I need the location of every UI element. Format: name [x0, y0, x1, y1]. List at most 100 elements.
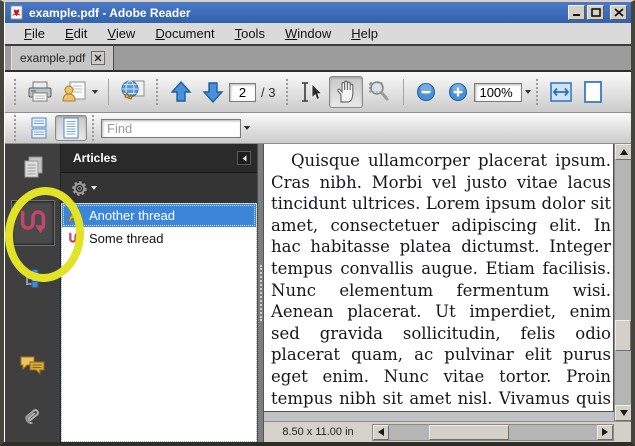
titlebar[interactable]: example.pdf - Adobe Reader [5, 2, 631, 23]
fit-page-button[interactable] [577, 76, 609, 108]
toolbar-gripper[interactable] [14, 79, 18, 105]
zoom-in-icon [448, 82, 468, 102]
adobe-reader-window: example.pdf - Adobe Reader File Edit Vie… [0, 0, 635, 446]
document-tab[interactable]: example.pdf [11, 46, 114, 70]
fit-page-icon [582, 80, 604, 104]
menu-window[interactable]: Window [276, 24, 340, 43]
toolbar-gripper[interactable] [286, 79, 290, 105]
next-page-button[interactable] [197, 76, 229, 108]
collaborate-button[interactable] [115, 76, 151, 108]
maximize-icon [591, 8, 601, 17]
zoom-out-button[interactable] [410, 76, 442, 108]
toolbar-gripper[interactable] [536, 79, 540, 105]
toolbar-gripper[interactable] [156, 79, 160, 105]
scroll-down-button[interactable] [615, 405, 632, 421]
page-text: Quisque ullamcorper placerat ipsum. Cras… [264, 144, 613, 412]
menu-edit[interactable]: Edit [56, 24, 96, 43]
attachments-nav-button[interactable] [15, 396, 51, 432]
pages-nav-button[interactable] [15, 150, 51, 186]
previous-page-button[interactable] [165, 76, 197, 108]
article-thread-list: Another thread Some thread [61, 203, 257, 442]
find-dropdown-caret[interactable] [244, 126, 250, 130]
horizontal-scroll-track[interactable] [389, 425, 597, 440]
thread-list-item-some-thread[interactable]: Some thread [62, 227, 256, 250]
page-up-icon [169, 80, 193, 104]
gear-icon [71, 180, 88, 197]
collaborate-icon [119, 79, 147, 105]
menu-tools[interactable]: Tools [226, 24, 274, 43]
splitter-gripper [260, 265, 262, 321]
menu-help[interactable]: Help [342, 24, 387, 43]
main-toolbar: / 3 [5, 72, 631, 113]
menu-file[interactable]: File [15, 24, 54, 43]
maximize-button[interactable] [587, 5, 604, 20]
page-count-label: / 3 [261, 85, 275, 100]
vertical-scroll-thumb[interactable] [615, 320, 631, 351]
articles-panel: Articles [61, 144, 257, 442]
select-tool-icon [299, 80, 325, 104]
tab-bar: example.pdf [5, 46, 631, 72]
arrow-up-icon [620, 149, 628, 155]
pdf-page[interactable]: Quisque ullamcorper placerat ipsum. Cras… [264, 144, 614, 412]
layers-tree-icon [21, 266, 45, 290]
panel-splitter[interactable] [257, 144, 264, 442]
select-tool-button[interactable] [295, 76, 329, 108]
page-number-input[interactable] [229, 83, 256, 102]
hand-tool-button[interactable] [329, 76, 363, 108]
articles-panel-header: Articles [61, 144, 257, 173]
navigation-pane-strip [5, 144, 61, 442]
scroll-left-button[interactable] [373, 425, 389, 440]
scroll-right-button[interactable] [597, 425, 613, 440]
horizontal-scrollbar[interactable] [372, 424, 614, 441]
fit-width-button[interactable] [545, 76, 577, 108]
thread-label: Some thread [89, 231, 163, 246]
toolbar-gripper[interactable] [92, 115, 96, 141]
zoom-level-input[interactable] [474, 83, 522, 102]
toolbar-separator [108, 79, 109, 105]
horizontal-scroll-thumb[interactable] [429, 425, 509, 440]
close-icon [94, 54, 102, 62]
toolbar-gripper[interactable] [14, 115, 18, 141]
options-gear-button[interactable] [71, 180, 97, 197]
zoom-in-button[interactable] [442, 76, 474, 108]
marquee-zoom-icon [367, 80, 393, 104]
comments-nav-button[interactable] [15, 348, 51, 384]
status-bar: 8.50 x 11.00 in [264, 421, 631, 442]
close-icon [614, 8, 624, 17]
email-icon [61, 80, 89, 104]
print-button[interactable] [23, 76, 57, 108]
thread-list-item-another-thread[interactable]: Another thread [62, 204, 256, 227]
collapse-panel-button[interactable] [237, 151, 251, 165]
vertical-scrollbar[interactable] [614, 144, 631, 421]
print-icon [27, 80, 53, 104]
panel-options-row [61, 173, 257, 203]
comments-icon [19, 354, 47, 378]
layers-tree-nav-button[interactable] [15, 260, 51, 296]
email-button[interactable] [57, 76, 102, 108]
scroll-up-button[interactable] [615, 144, 632, 160]
articles-nav-button[interactable] [11, 200, 55, 246]
menu-view[interactable]: View [98, 24, 144, 43]
scrollbar-corner [614, 424, 631, 441]
minimize-icon [572, 8, 582, 17]
vertical-scroll-track[interactable] [615, 160, 631, 405]
thread-arrow-icon [66, 208, 84, 224]
collapse-panel-icon [241, 155, 248, 162]
marquee-zoom-button[interactable] [363, 76, 397, 108]
scrolling-mode-button[interactable] [23, 115, 55, 141]
close-button[interactable] [610, 5, 627, 20]
menu-bar: File Edit View Document Tools Window Hel… [5, 23, 631, 46]
hand-tool-icon [333, 79, 359, 105]
tab-label: example.pdf [20, 51, 85, 65]
find-input[interactable] [101, 119, 241, 138]
minimize-button[interactable] [568, 5, 585, 20]
secondary-toolbar [5, 113, 631, 144]
page-down-icon [201, 80, 225, 104]
single-page-button[interactable] [55, 115, 87, 141]
tab-close-button[interactable] [91, 51, 105, 65]
window-title: example.pdf - Adobe Reader [29, 6, 568, 20]
zoom-dropdown-caret[interactable] [525, 90, 531, 94]
document-pane: Quisque ullamcorper placerat ipsum. Cras… [264, 144, 631, 442]
menu-document[interactable]: Document [146, 24, 223, 43]
articles-icon [18, 208, 48, 238]
